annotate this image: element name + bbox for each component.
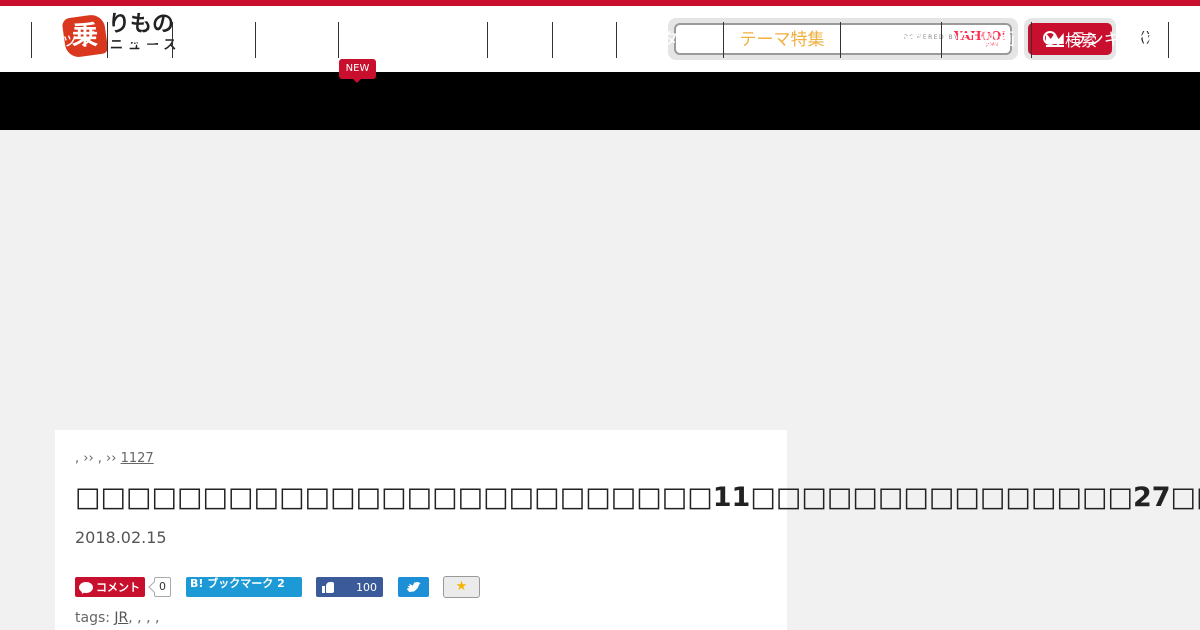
nav-label: 中古車検索 xyxy=(384,30,470,50)
nav-label: 道路 xyxy=(503,30,537,50)
tags-rest: , , , , xyxy=(128,610,160,626)
comment-label: コメント xyxy=(96,581,140,594)
nav-item-special[interactable]: 特別企画 xyxy=(840,22,941,58)
star-icon: ★ xyxy=(455,579,468,594)
nav-label: 鉄道 xyxy=(123,30,157,50)
comment-count: 0 xyxy=(154,577,171,597)
facebook-like-button[interactable]: 100 xyxy=(316,577,383,597)
nav-item-roads[interactable]: 道路 xyxy=(487,22,552,58)
article-tags: tags: JR, , , , xyxy=(75,610,159,626)
nav-label: トップ xyxy=(44,30,95,50)
crown-icon xyxy=(1045,33,1064,47)
nav-item-top[interactable]: トップ xyxy=(31,22,107,58)
nav-item-airplane[interactable]: 飛行機 xyxy=(172,22,255,58)
video-icon xyxy=(958,33,975,47)
twitter-button[interactable] xyxy=(398,577,429,597)
car-icon xyxy=(356,35,379,45)
nav-label: ミリタリー xyxy=(627,30,713,50)
comment-button[interactable]: コメント xyxy=(75,577,145,597)
nav-label: 動画 xyxy=(981,30,1015,50)
nav-label: 飛行機 xyxy=(188,30,240,50)
new-badge: NEW xyxy=(339,59,376,83)
nav-item-ranking[interactable]: ランキング xyxy=(1031,22,1169,58)
nav-item-car[interactable]: 自動車 xyxy=(255,22,338,58)
thumbs-up-icon xyxy=(322,581,334,593)
twitter-bird-icon xyxy=(406,582,421,592)
nav-item-railway[interactable]: 鉄道 xyxy=(107,22,172,58)
hatena-label: B! ブックマーク xyxy=(190,577,274,590)
breadcrumb-link[interactable]: 1127 xyxy=(121,451,220,466)
favorite-button[interactable]: ★ xyxy=(443,576,480,598)
nav-item-bus[interactable]: バス xyxy=(552,22,616,58)
nav-label: テーマ特集 xyxy=(739,30,825,50)
article-title: □□□□□□□□□□□□□□□□□□□□□□□□□11□□□□□□□□□□□□□… xyxy=(75,482,1200,513)
hatena-count: 2 xyxy=(277,577,285,590)
main-nav xyxy=(0,72,1200,130)
article-date: 2018.02.15 xyxy=(75,528,167,547)
nav-item-military[interactable]: ミリタリー xyxy=(616,22,723,58)
breadcrumb-prefix: , ›› , ›› xyxy=(75,451,117,466)
nav-label: ランキング xyxy=(1069,30,1155,50)
nav-item-theme[interactable]: テーマ特集 xyxy=(723,22,840,58)
hatena-bookmark-button[interactable]: B! ブックマーク 2 xyxy=(186,577,302,597)
like-count: 100 xyxy=(356,580,377,594)
tags-label: tags: xyxy=(75,610,110,626)
nav-item-used-car-search[interactable]: 中古車検索 xyxy=(338,22,487,58)
nav-label: 特別企画 xyxy=(857,30,925,50)
tag-link[interactable]: JR xyxy=(114,610,128,626)
nav-label: 自動車 xyxy=(271,30,323,50)
nav-label: バス xyxy=(567,30,602,50)
breadcrumb: , ›› , ›› 1127 xyxy=(75,451,220,466)
comment-icon xyxy=(79,581,93,593)
nav-item-video[interactable]: 動画 xyxy=(941,22,1031,58)
